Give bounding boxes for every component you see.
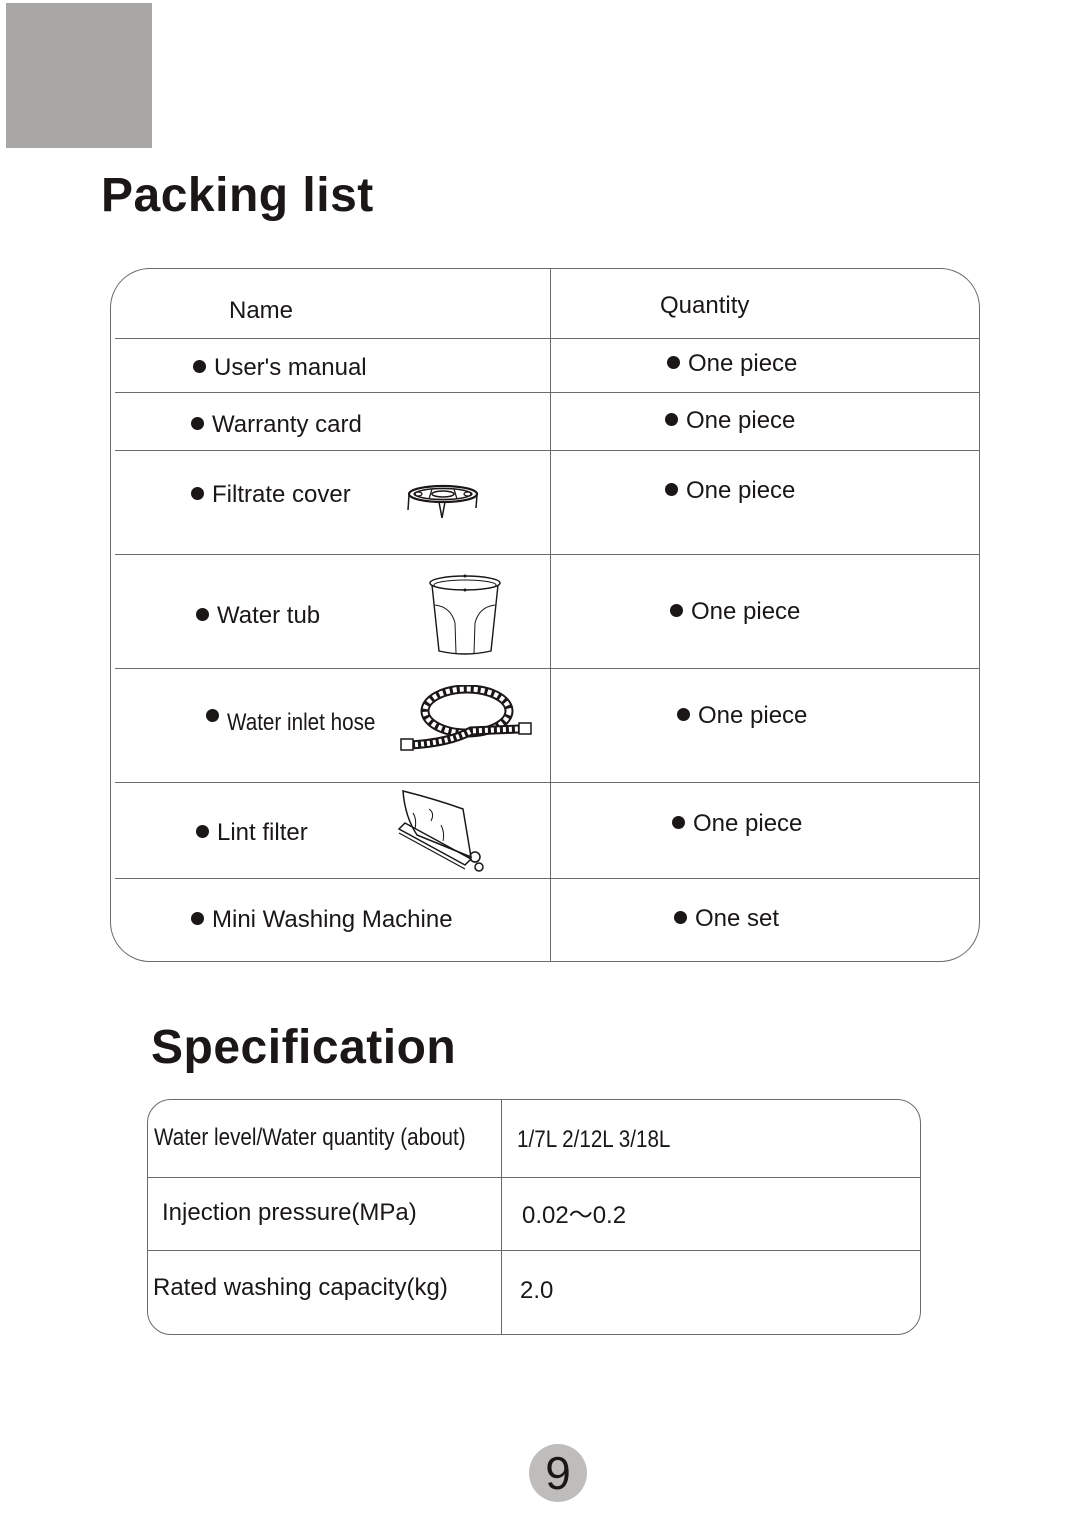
bullet-icon: [193, 360, 206, 374]
table-row-name: Warranty card: [191, 411, 362, 439]
header-quantity: Quantity: [660, 292, 750, 319]
bullet-icon: [677, 708, 690, 722]
table-row-quantity: One piece: [665, 407, 795, 435]
specification-title: Specification: [151, 1021, 457, 1074]
water-inlet-hose-icon: [399, 685, 535, 755]
corner-decoration-block: [6, 3, 152, 148]
bullet-icon: [665, 413, 678, 427]
bullet-icon: [206, 709, 219, 723]
row-divider: [148, 1177, 920, 1178]
bullet-icon: [196, 608, 209, 622]
table-row-name: User's manual: [193, 354, 367, 382]
row-divider: [115, 668, 979, 669]
table-row-quantity: One piece: [667, 350, 797, 378]
header-name: Name: [229, 297, 294, 324]
water-tub-icon: [427, 573, 503, 657]
filtrate-cover-icon: [405, 483, 481, 521]
packing-list-table: Name Quantity User's manual One piece Wa…: [110, 268, 980, 962]
spec-label: Rated washing capacity(kg): [153, 1274, 448, 1301]
specification-table: Water level/Water quantity (about) 1/7L …: [147, 1099, 921, 1335]
row-divider: [115, 450, 979, 451]
bullet-icon: [674, 911, 687, 925]
spec-value: 1/7L 2/12L 3/18L: [517, 1126, 671, 1153]
page-number-badge: 9: [529, 1444, 587, 1502]
row-divider: [115, 554, 979, 555]
bullet-icon: [191, 912, 204, 926]
table-row-quantity: One piece: [670, 598, 800, 626]
packing-list-title: Packing list: [101, 169, 374, 222]
bullet-icon: [670, 604, 683, 618]
bullet-icon: [196, 825, 209, 839]
spec-label: Water level/Water quantity (about): [154, 1124, 466, 1151]
bullet-icon: [665, 483, 678, 497]
spec-label: Injection pressure(MPa): [162, 1199, 417, 1226]
table-row-name: Water tub: [196, 602, 320, 630]
bullet-icon: [191, 487, 204, 501]
table-row-quantity: One set: [674, 905, 779, 933]
table-row-name: Mini Washing Machine: [191, 906, 453, 934]
row-divider: [115, 338, 979, 339]
row-divider: [115, 392, 979, 393]
table-row-name: Water inlet hose: [206, 709, 400, 737]
table-row-name: Filtrate cover: [191, 481, 351, 509]
row-divider: [115, 878, 979, 879]
table-row-name: Lint filter: [196, 819, 308, 847]
bullet-icon: [667, 356, 680, 370]
lint-filter-icon: [395, 787, 489, 875]
spec-value: 2.0: [520, 1277, 554, 1304]
table-row-quantity: One piece: [665, 477, 795, 505]
row-divider: [115, 782, 979, 783]
column-divider: [550, 269, 551, 961]
row-divider: [148, 1250, 920, 1251]
spec-value: 0.02～0.2: [522, 1202, 627, 1229]
bullet-icon: [672, 816, 685, 830]
table-row-quantity: One piece: [672, 810, 802, 838]
bullet-icon: [191, 417, 204, 431]
table-row-quantity: One piece: [677, 702, 807, 730]
